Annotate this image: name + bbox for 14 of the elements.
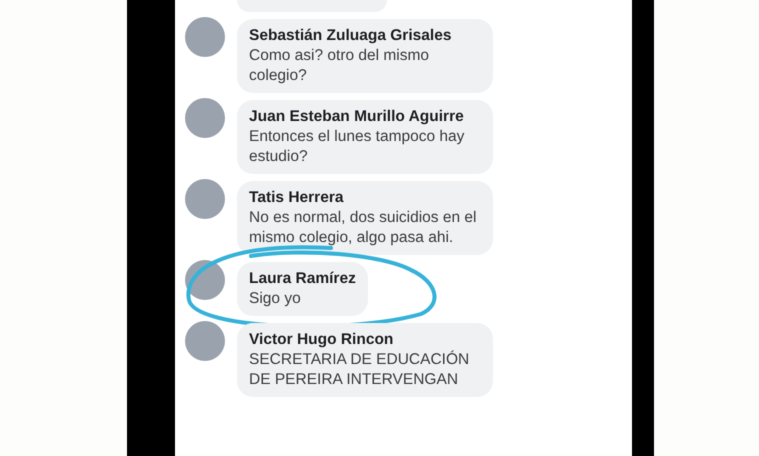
comment-text: Sigo yo: [249, 289, 302, 309]
commenter-name[interactable]: Laura Ramírez: [249, 269, 356, 289]
comment-text: No es normal, dos suicidios en el mismo colegio, algo pasa ahi.: [249, 208, 478, 248]
avatar: [185, 179, 225, 219]
comment-text: Como asi? otro del mismo colegio?: [249, 46, 430, 86]
commenter-name[interactable]: Juan Esteban Murillo Aguirre: [249, 107, 481, 127]
comment-text: Entonces el lunes tampoco hay estudio?: [249, 127, 466, 167]
commenter-name[interactable]: Victor Hugo Rincon: [249, 330, 481, 350]
avatar: [185, 98, 225, 138]
commenter-name[interactable]: Tatis Herrera: [249, 188, 481, 208]
comment-text: SECRETARIA DE EDUCACIÓN DE PEREIRA INTERVENGAN: [249, 350, 470, 390]
avatar: [185, 321, 225, 361]
commenter-name[interactable]: Sebastián Zuluaga Grisales: [249, 26, 481, 46]
avatar: [185, 17, 225, 57]
